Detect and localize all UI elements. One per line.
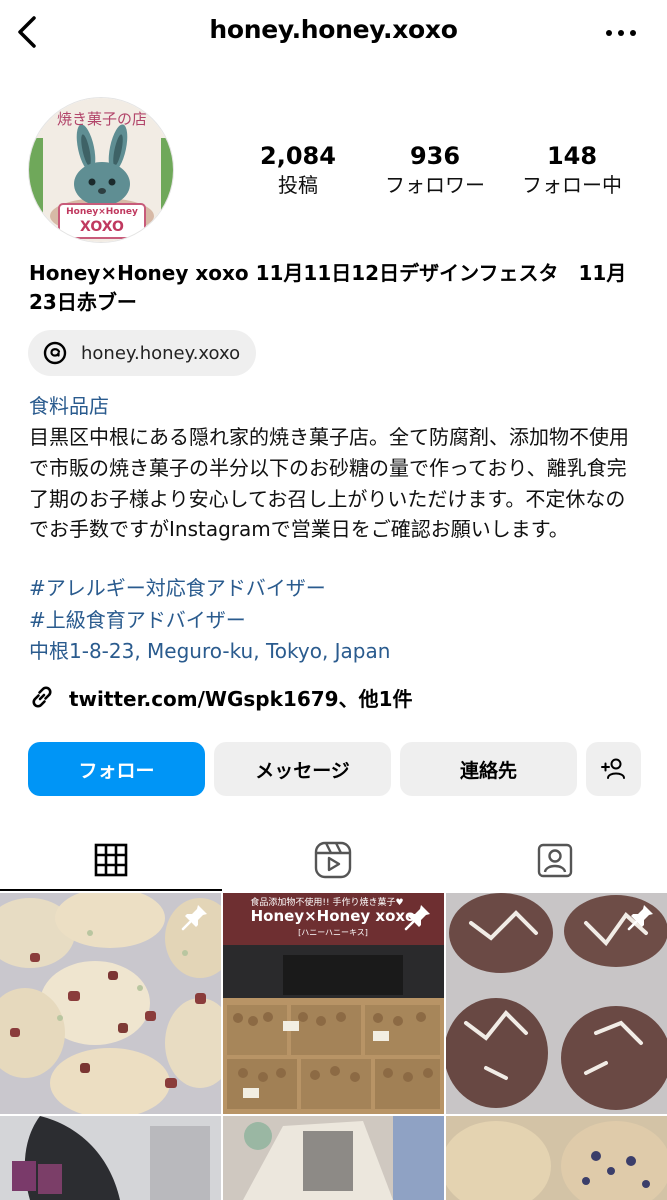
post-thumbnail[interactable] [0, 893, 221, 1114]
pinned-post-icon [181, 905, 207, 931]
avatar-banner-text: 焼き菓子の店 [56, 110, 147, 128]
posts-grid: 食品添加物不使用!! 手作り焼き菓子♥ Honey×Honey xoxo [ハニ… [0, 893, 667, 1200]
pinned-post-icon [627, 905, 653, 931]
threads-icon [43, 341, 67, 365]
following-count-stat[interactable]: 148 フォロー中 [502, 141, 642, 199]
post-thumbnail[interactable] [223, 1116, 444, 1200]
threads-handle: honey.honey.xoxo [81, 342, 241, 364]
more-options-icon[interactable] [605, 28, 637, 38]
grid-icon [94, 843, 128, 877]
hashtag-allergy[interactable]: #アレルギー対応食アドバイザー [29, 574, 326, 602]
tab-posts-grid[interactable] [0, 828, 222, 892]
avatar-sign-line2: XOXO [80, 219, 124, 235]
profile-tabs [0, 828, 667, 892]
post-thumbnail[interactable] [446, 1116, 667, 1200]
external-link-text: twitter.com/WGspk1679、他1件 [69, 686, 413, 711]
post-thumbnail[interactable] [446, 893, 667, 1114]
post-banner-main-text: Honey×Honey xoxo [250, 907, 416, 925]
profile-display-name: Honey×Honey xoxo 11月11日12日デザインフェスタ 11月23… [29, 261, 627, 314]
tab-reels[interactable] [222, 828, 444, 892]
threads-badge[interactable]: honey.honey.xoxo [28, 330, 257, 376]
followers-count-stat[interactable]: 936 フォロワー [365, 141, 505, 199]
posts-count-stat: 2,084 投稿 [228, 141, 368, 199]
link-icon [32, 686, 52, 708]
post-thumbnail[interactable]: 食品添加物不使用!! 手作り焼き菓子♥ Honey×Honey xoxo [ハニ… [223, 893, 444, 1114]
stat-label: フォロワー [385, 173, 485, 197]
follow-button[interactable]: フォロー [28, 742, 205, 796]
stat-label: フォロー中 [522, 173, 622, 197]
post-banner-sub-text: [ハニーハニーキス] [298, 928, 368, 937]
pinned-post-icon [404, 905, 430, 931]
tab-tagged[interactable] [444, 828, 666, 892]
profile-address[interactable]: 中根1-8-23, Meguro-ku, Tokyo, Japan [29, 637, 390, 665]
contact-button[interactable]: 連絡先 [400, 742, 577, 796]
tagged-icon [537, 843, 573, 878]
stat-label: 投稿 [278, 173, 318, 197]
bio-description: 目黒区中根にある隠れ家的焼き菓子店。全て防腐剤、添加物不使用で市販の焼き菓子の半… [29, 425, 629, 542]
avatar-sign-line1: Honey×Honey [66, 207, 138, 217]
active-tab-indicator [0, 889, 222, 891]
suggested-users-button[interactable] [586, 742, 641, 796]
post-thumbnail[interactable] [0, 1116, 221, 1200]
external-links[interactable]: twitter.com/WGspk1679、他1件 [27, 682, 413, 712]
hashtag-food-education[interactable]: #上級食育アドバイザー [29, 606, 246, 634]
stat-number: 936 [409, 142, 461, 170]
stat-number: 2,084 [260, 142, 336, 170]
top-bar: honey.honey.xoxo [0, 0, 667, 66]
profile-username: honey.honey.xoxo [209, 15, 458, 44]
stat-number: 148 [546, 142, 598, 170]
profile-category: 食料品店 [29, 394, 109, 418]
add-person-icon [600, 758, 625, 779]
message-button[interactable]: メッセージ [214, 742, 391, 796]
reels-icon [314, 841, 352, 879]
profile-avatar[interactable]: 焼き菓子の店 Honey×Honey XOXO [28, 97, 174, 243]
